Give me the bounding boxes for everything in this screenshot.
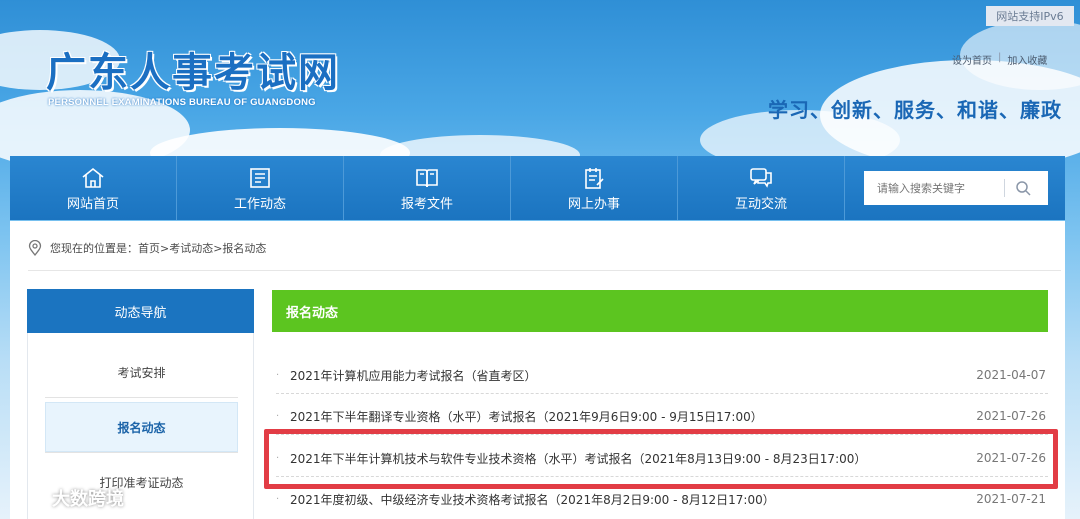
list-item-title[interactable]: 2021年下半年计算机技术与软件专业技术资格（水平）考试报名（2021年8月13… bbox=[290, 450, 976, 467]
clipboard-icon bbox=[585, 167, 604, 189]
sidebar-title: 动态导航 bbox=[27, 289, 254, 333]
list-item[interactable]: · 2021年下半年翻译专业资格（水平）考试报名（2021年9月6日9:00 -… bbox=[276, 402, 1046, 430]
location-pin-icon bbox=[28, 240, 42, 256]
book-icon bbox=[416, 168, 438, 187]
sidebar-item-registration-news[interactable]: 报名动态 bbox=[45, 402, 238, 452]
home-icon bbox=[82, 167, 104, 188]
nav-item-online-service[interactable]: 网上办事 bbox=[511, 156, 678, 220]
watermark-text: 大数跨境 bbox=[52, 489, 124, 510]
site-logo-subtitle: PERSONNEL EXAMINATIONS BUREAU OF GUANGDO… bbox=[48, 97, 316, 108]
list-item[interactable]: · 2021年下半年计算机技术与软件专业技术资格（水平）考试报名（2021年8月… bbox=[276, 444, 1046, 472]
divider bbox=[45, 452, 238, 453]
nav-item-label: 网站首页 bbox=[66, 196, 119, 212]
bullet: · bbox=[276, 410, 280, 422]
divider bbox=[45, 397, 238, 398]
breadcrumb: 您现在的位置是：首页>考试动态>报名动态 bbox=[28, 240, 266, 256]
nav-item-home[interactable]: 网站首页 bbox=[10, 156, 177, 220]
nav-item-label: 工作动态 bbox=[233, 196, 286, 212]
nav-item-label: 互动交流 bbox=[734, 196, 787, 212]
section-title: 报名动态 bbox=[272, 290, 1048, 332]
bullet: · bbox=[276, 452, 280, 464]
list-item-date: 2021-07-26 bbox=[976, 451, 1046, 465]
bullet: · bbox=[276, 369, 280, 381]
link-separator: | bbox=[998, 52, 1002, 63]
sidebar-item-exam-schedule[interactable]: 考试安排 bbox=[45, 347, 238, 397]
divider bbox=[276, 434, 1048, 435]
list-item-date: 2021-07-21 bbox=[976, 492, 1046, 506]
list-item-date: 2021-07-26 bbox=[976, 409, 1046, 423]
add-favorite-link[interactable]: 加入收藏 bbox=[1007, 52, 1047, 67]
list-item[interactable]: · 2021年计算机应用能力考试报名（省直考区） 2021-04-07 bbox=[276, 361, 1046, 389]
search-box bbox=[864, 171, 1048, 205]
ipv6-badge: 网站支持IPv6 bbox=[986, 6, 1074, 26]
bubble-logo-icon bbox=[10, 490, 47, 506]
set-home-link[interactable]: 设为首页 bbox=[952, 52, 992, 67]
news-icon bbox=[250, 167, 270, 188]
slogan: 学习、创新、服务、和谐、廉政 bbox=[768, 98, 1062, 122]
search-button[interactable] bbox=[1005, 171, 1041, 205]
nav-item-label: 报考文件 bbox=[400, 196, 453, 212]
watermark: 大数跨境 bbox=[8, 485, 124, 511]
nav-item-work-news[interactable]: 工作动态 bbox=[177, 156, 344, 220]
list-item-title[interactable]: 2021年计算机应用能力考试报名（省直考区） bbox=[290, 367, 976, 384]
list-item-title[interactable]: 2021年下半年翻译专业资格（水平）考试报名（2021年9月6日9:00 - 9… bbox=[290, 408, 976, 425]
search-icon bbox=[1016, 181, 1031, 196]
nav-item-interaction[interactable]: 互动交流 bbox=[678, 156, 845, 220]
breadcrumb-text: 您现在的位置是：首页>考试动态>报名动态 bbox=[50, 242, 267, 255]
list-item-date: 2021-04-07 bbox=[976, 368, 1046, 382]
chat-icon bbox=[750, 167, 772, 188]
nav-item-exam-docs[interactable]: 报考文件 bbox=[344, 156, 511, 220]
site-logo-title[interactable]: 广东人事考试网 bbox=[46, 40, 340, 98]
search-input[interactable] bbox=[864, 173, 1004, 203]
divider bbox=[276, 393, 1048, 394]
divider bbox=[28, 270, 1061, 271]
divider bbox=[276, 476, 1048, 477]
top-links: 设为首页 | 加入收藏 bbox=[952, 52, 1047, 67]
nav-item-label: 网上办事 bbox=[567, 196, 620, 212]
list-item-title[interactable]: 2021年度初级、中级经济专业技术资格考试报名（2021年8月2日9:00 - … bbox=[290, 491, 976, 508]
list-item[interactable]: · 2021年度初级、中级经济专业技术资格考试报名（2021年8月2日9:00 … bbox=[276, 485, 1046, 513]
bullet: · bbox=[276, 493, 280, 505]
